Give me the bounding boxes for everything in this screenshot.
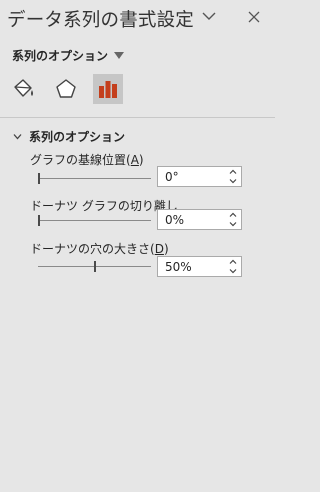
doughnut-hole-size-slider[interactable] — [38, 260, 151, 274]
spinner-arrows — [229, 259, 237, 274]
slider-track — [38, 220, 151, 221]
section-title: 系列のオプション — [29, 130, 126, 144]
spinner-arrows — [229, 212, 237, 227]
format-data-series-pane: データ系列の書式設定 系列のオプション 系列のオプション グラフの基線位置(A)… — [0, 0, 275, 492]
doughnut-hole-size-label: ドーナツの穴の大きさ(D) — [30, 242, 169, 256]
section-series-options-header[interactable]: 系列のオプション — [13, 128, 125, 145]
spinner-down-icon[interactable] — [229, 269, 237, 274]
baseline-angle-label: グラフの基線位置(A) — [30, 153, 144, 167]
tab-fill-line[interactable] — [9, 74, 39, 104]
slider-thumb[interactable] — [38, 173, 40, 184]
tab-series-options[interactable] — [93, 74, 123, 104]
spinner-up-icon[interactable] — [229, 259, 237, 264]
series-options-dropdown-label: 系列のオプション — [12, 49, 109, 63]
spinner-value[interactable]: 0° — [165, 170, 179, 184]
series-options-dropdown[interactable]: 系列のオプション — [12, 47, 125, 64]
dropdown-arrow-icon — [114, 52, 125, 59]
spinner-value[interactable]: 50% — [165, 260, 192, 274]
spinner-up-icon[interactable] — [229, 212, 237, 217]
doughnut-explosion-slider[interactable] — [38, 214, 151, 228]
pentagon-icon — [56, 79, 76, 98]
tab-effects[interactable] — [51, 74, 81, 104]
slider-track — [38, 178, 151, 179]
chevron-down-icon[interactable] — [202, 11, 216, 21]
doughnut-explosion-label: ドーナツ グラフの切り離し — [30, 199, 178, 213]
doughnut-hole-size-spinner[interactable]: 50% — [157, 256, 242, 277]
slider-thumb[interactable] — [94, 261, 96, 272]
spinner-up-icon[interactable] — [229, 169, 237, 174]
spinner-down-icon[interactable] — [229, 222, 237, 227]
baseline-angle-spinner[interactable]: 0° — [157, 166, 242, 187]
divider — [0, 117, 275, 118]
bar-chart-icon — [99, 81, 117, 98]
spinner-arrows — [229, 169, 237, 184]
chevron-down-icon — [13, 134, 22, 140]
spinner-down-icon[interactable] — [229, 179, 237, 184]
paint-bucket-icon — [14, 79, 33, 97]
pane-title: データ系列の書式設定 — [7, 10, 195, 31]
close-icon[interactable] — [247, 10, 261, 24]
baseline-angle-slider[interactable] — [38, 172, 151, 186]
doughnut-explosion-spinner[interactable]: 0% — [157, 209, 242, 230]
slider-thumb[interactable] — [38, 215, 40, 226]
spinner-value[interactable]: 0% — [165, 213, 184, 227]
